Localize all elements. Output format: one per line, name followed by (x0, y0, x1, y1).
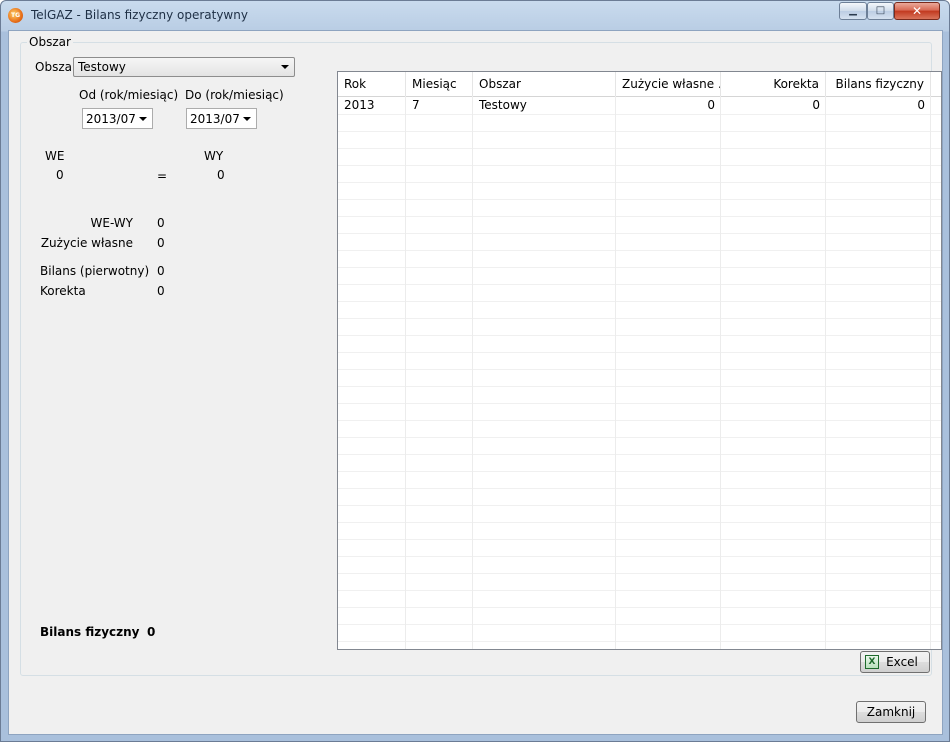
column-header[interactable]: Bilans fizyczny (826, 72, 931, 96)
empty-row (338, 199, 941, 217)
grid-column-divider (930, 96, 931, 649)
table-row[interactable]: 2013 7 Testowy 0 0 0 (338, 97, 941, 115)
empty-row (338, 114, 941, 132)
client-area: Obszar Obszar Testowy Od (rok/miesiąc) D… (8, 30, 943, 735)
column-header[interactable]: Obszar (473, 72, 616, 96)
empty-row (338, 335, 941, 353)
grid-column-divider (472, 96, 473, 649)
area-label: Obszar (35, 60, 77, 74)
empty-row (338, 607, 941, 625)
empty-row (338, 420, 941, 438)
empty-row (338, 590, 941, 608)
empty-row (338, 624, 941, 642)
empty-row (338, 352, 941, 370)
table-cell: 0 (917, 98, 925, 112)
empty-row (338, 267, 941, 285)
we-value: 0 (56, 168, 64, 182)
app-window: TG TelGAZ - Bilans fizyczny operatywny ▁… (0, 0, 950, 742)
chevron-down-icon (281, 65, 289, 69)
empty-row (338, 318, 941, 336)
physical-balance-value: 0 (147, 625, 156, 639)
to-label: Do (rok/miesiąc) (185, 88, 284, 102)
to-date-picker[interactable]: 2013/07 (186, 108, 257, 129)
column-header[interactable]: Zużycie własne ... (616, 72, 721, 96)
correction-label: Korekta (40, 284, 86, 298)
grid-column-divider (615, 96, 616, 649)
we-wy-label: WE-WY (90, 216, 134, 230)
app-logo-icon: TG (8, 8, 23, 23)
empty-row (338, 301, 941, 319)
initial-balance-label: Bilans (pierwotny) (40, 264, 150, 278)
table-cell: 7 (412, 98, 420, 112)
initial-balance-value: 0 (157, 264, 165, 278)
area-select[interactable]: Testowy (73, 57, 295, 77)
empty-row (338, 522, 941, 540)
physical-balance-label: Bilans fizyczny (40, 625, 140, 639)
table-cell: 0 (707, 98, 715, 112)
correction-value: 0 (157, 284, 165, 298)
empty-row (338, 539, 941, 557)
empty-row (338, 233, 941, 251)
empty-row (338, 556, 941, 574)
window-title: TelGAZ - Bilans fizyczny operatywny (31, 8, 248, 22)
table-cell: Testowy (479, 98, 527, 112)
from-label: Od (rok/miesiąc) (79, 88, 179, 102)
grid-column-divider (405, 96, 406, 649)
empty-row (338, 403, 941, 421)
empty-row (338, 165, 941, 183)
table-cell: 2013 (344, 98, 375, 112)
chevron-down-icon (139, 117, 147, 121)
area-select-value: Testowy (78, 60, 126, 74)
equals-sign: = (157, 169, 168, 183)
empty-row (338, 148, 941, 166)
wy-value: 0 (217, 168, 225, 182)
groupbox-title: Obszar (27, 35, 73, 49)
column-header[interactable]: Rok (338, 72, 406, 96)
empty-row (338, 505, 941, 523)
empty-row (338, 369, 941, 387)
we-label: WE (45, 149, 65, 163)
area-groupbox: Obszar Obszar Testowy Od (rok/miesiąc) D… (20, 35, 942, 676)
grid-header: Rok Miesiąc Obszar Zużycie własne ... Korekt… (338, 72, 941, 97)
column-header[interactable]: Miesiąc (406, 72, 473, 96)
excel-icon: X (865, 655, 879, 669)
empty-row (338, 250, 941, 268)
empty-row (338, 216, 941, 234)
empty-row (338, 437, 941, 455)
empty-row (338, 573, 941, 591)
to-date-value: 2013/07 (190, 112, 240, 126)
minimize-button[interactable]: ▁ (839, 2, 867, 20)
close-window-button[interactable]: ✕ (894, 2, 940, 20)
from-date-value: 2013/07 (86, 112, 136, 126)
grid-column-divider (825, 96, 826, 649)
grid-column-divider (720, 96, 721, 649)
empty-row (338, 488, 941, 506)
empty-row (338, 131, 941, 149)
column-header[interactable]: Korekta (721, 72, 826, 96)
empty-row (338, 454, 941, 472)
chevron-down-icon (243, 117, 251, 121)
own-use-label: Zużycie własne (40, 236, 133, 250)
empty-row (338, 471, 941, 489)
empty-row (338, 284, 941, 302)
own-use-value: 0 (157, 236, 165, 250)
maximize-button[interactable]: □ (867, 2, 894, 20)
title-bar[interactable]: TG TelGAZ - Bilans fizyczny operatywny ▁… (1, 1, 949, 30)
excel-export-button[interactable]: X Excel (860, 651, 930, 673)
close-button[interactable]: Zamknij (856, 701, 926, 723)
we-wy-value: 0 (157, 216, 165, 230)
empty-row (338, 182, 941, 200)
from-date-picker[interactable]: 2013/07 (82, 108, 153, 129)
wy-label: WY (204, 149, 224, 163)
balance-data-grid[interactable]: Rok Miesiąc Obszar Zużycie własne ... Korekt… (337, 71, 942, 650)
table-cell: 0 (812, 98, 820, 112)
empty-row (338, 386, 941, 404)
